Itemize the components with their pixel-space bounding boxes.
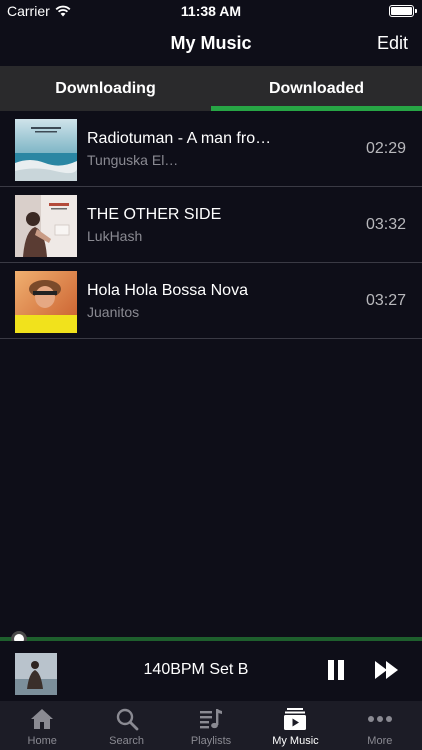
- tab-bar-label: More: [367, 735, 393, 747]
- tab-bar-playlists[interactable]: Playlists: [169, 701, 253, 750]
- tab-bar-label: Playlists: [190, 735, 232, 747]
- page-title: My Music: [170, 33, 252, 53]
- search-icon: [116, 708, 139, 731]
- fast-forward-icon[interactable]: [374, 660, 400, 680]
- status-bar: Carrier 11:38 AM: [0, 0, 422, 22]
- battery-icon: [389, 5, 417, 17]
- tab-bar-more[interactable]: More: [338, 701, 422, 750]
- album-art: [15, 119, 77, 181]
- track-row[interactable]: Radiotuman - A man fro… Tunguska El… 02:…: [0, 111, 422, 187]
- track-artist: LukHash: [87, 228, 143, 244]
- track-title: THE OTHER SIDE: [87, 206, 222, 223]
- playlists-icon: [200, 709, 223, 729]
- track-duration: 03:27: [365, 292, 406, 309]
- pause-button[interactable]: [326, 660, 346, 680]
- track-artist: Juanitos: [87, 304, 140, 320]
- album-art: [15, 271, 77, 333]
- album-art: [15, 195, 77, 257]
- mini-player[interactable]: 140BPM Set B: [0, 641, 422, 701]
- more-icon: [367, 716, 392, 722]
- segmented-tabs: Downloading Downloaded: [0, 66, 422, 111]
- track-title: Hola Hola Bossa Nova: [87, 282, 248, 299]
- home-icon: [31, 709, 54, 729]
- tab-downloaded[interactable]: Downloaded: [211, 66, 422, 111]
- tab-bar-my-music[interactable]: My Music: [253, 701, 337, 750]
- navigation-bar: My Music Edit: [0, 22, 422, 66]
- tab-bar-home[interactable]: Home: [0, 701, 84, 750]
- track-artist: Tunguska El…: [87, 152, 179, 168]
- tab-bar-label: My Music: [272, 735, 319, 747]
- track-row[interactable]: THE OTHER SIDE LukHash 03:32: [0, 187, 422, 263]
- status-time: 11:38 AM: [180, 3, 242, 19]
- track-row[interactable]: Hola Hola Bossa Nova Juanitos 03:27: [0, 263, 422, 339]
- edit-button[interactable]: Edit: [377, 33, 408, 54]
- bottom-tab-bar: Home Search Playlists My Music More: [0, 701, 422, 750]
- tab-bar-search[interactable]: Search: [84, 701, 168, 750]
- tab-bar-label: Search: [109, 735, 145, 747]
- track-duration: 02:29: [365, 140, 406, 157]
- tab-bar-label: Home: [27, 735, 57, 747]
- track-list: Radiotuman - A man fro… Tunguska El… 02:…: [0, 111, 422, 339]
- track-duration: 03:32: [365, 216, 406, 233]
- my-music-icon: [284, 708, 307, 730]
- tab-downloading[interactable]: Downloading: [0, 66, 211, 111]
- track-title: Radiotuman - A man fro…: [87, 130, 272, 147]
